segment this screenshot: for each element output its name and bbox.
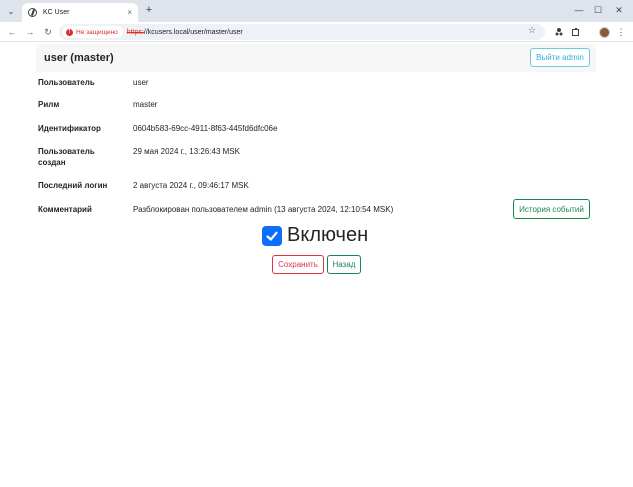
tab-title: KC User — [43, 9, 70, 16]
logout-button[interactable]: Выйти admin — [530, 48, 590, 67]
comment-value: Разблокирован пользователем admin (13 ав… — [133, 205, 394, 214]
realm-label: Рилм — [38, 100, 60, 109]
created-label-line2: создан — [38, 158, 66, 167]
close-window-icon[interactable]: ✕ — [610, 3, 628, 17]
realm-value: master — [133, 100, 158, 109]
username-value: user — [133, 78, 149, 87]
tab-search-chevron-down-icon[interactable]: ⌄ — [4, 4, 18, 18]
event-history-button[interactable]: История событий — [513, 199, 590, 219]
security-chip[interactable]: ! Не защищено — [63, 26, 123, 38]
enabled-toggle[interactable]: Включен — [262, 224, 368, 247]
bookmark-star-icon[interactable]: ☆ — [528, 25, 536, 36]
back-button[interactable]: Назад — [327, 255, 361, 274]
user-header: user (master) Выйти admin — [36, 44, 596, 72]
favicon-icon — [28, 8, 37, 17]
enabled-checkbox[interactable] — [262, 225, 282, 246]
warning-icon: ! — [66, 28, 73, 36]
page-title: user (master) — [44, 52, 114, 64]
created-value: 29 мая 2024 г., 13:26:43 MSK — [133, 147, 240, 156]
last-login-value: 2 августа 2024 г., 09:46:17 MSK — [133, 181, 249, 190]
address-bar[interactable]: ! Не защищено https://kcusers.local/user… — [59, 24, 545, 40]
enabled-label: Включен — [287, 224, 369, 246]
maximize-icon[interactable]: ☐ — [589, 3, 607, 17]
minimize-icon[interactable]: — — [570, 3, 588, 17]
profile-avatar[interactable] — [597, 25, 611, 39]
tab-close-icon[interactable]: × — [127, 8, 132, 17]
browser-toolbar: ← → ↻ ! Не защищено https://kcusers.loca… — [0, 22, 633, 42]
url-rest: //kcusers.local/user/master/user — [143, 28, 243, 36]
created-label-line1: Пользователь — [38, 147, 95, 156]
more-vert-icon[interactable]: ⋮ — [614, 25, 628, 39]
last-login-label: Последний логин — [38, 181, 108, 190]
forward-arrow-right-icon[interactable]: → — [23, 25, 37, 39]
id-label: Идентификатор — [38, 124, 101, 133]
comment-label: Комментарий — [38, 205, 92, 214]
checkmark-icon — [266, 231, 278, 241]
browser-tab[interactable]: KC User × — [22, 3, 138, 22]
new-tab-plus-icon[interactable]: + — [142, 3, 156, 17]
back-arrow-left-icon[interactable]: ← — [5, 25, 19, 39]
url-text[interactable]: https://kcusers.local/user/master/user — [127, 29, 243, 36]
id-value: 0604b583-69cc-4911-8f63-445fd6dfc06e — [133, 124, 278, 133]
puzzle-icon[interactable] — [569, 25, 583, 39]
url-scheme: https: — [126, 28, 144, 36]
extension-icon[interactable] — [552, 25, 566, 39]
tab-strip: ⌄ KC User × + — ☐ ✕ — [0, 0, 633, 22]
save-button[interactable]: Сохранить — [272, 255, 324, 274]
username-label: Пользователь — [38, 78, 95, 87]
reload-icon[interactable]: ↻ — [41, 25, 55, 39]
security-label: Не защищено — [76, 28, 118, 36]
